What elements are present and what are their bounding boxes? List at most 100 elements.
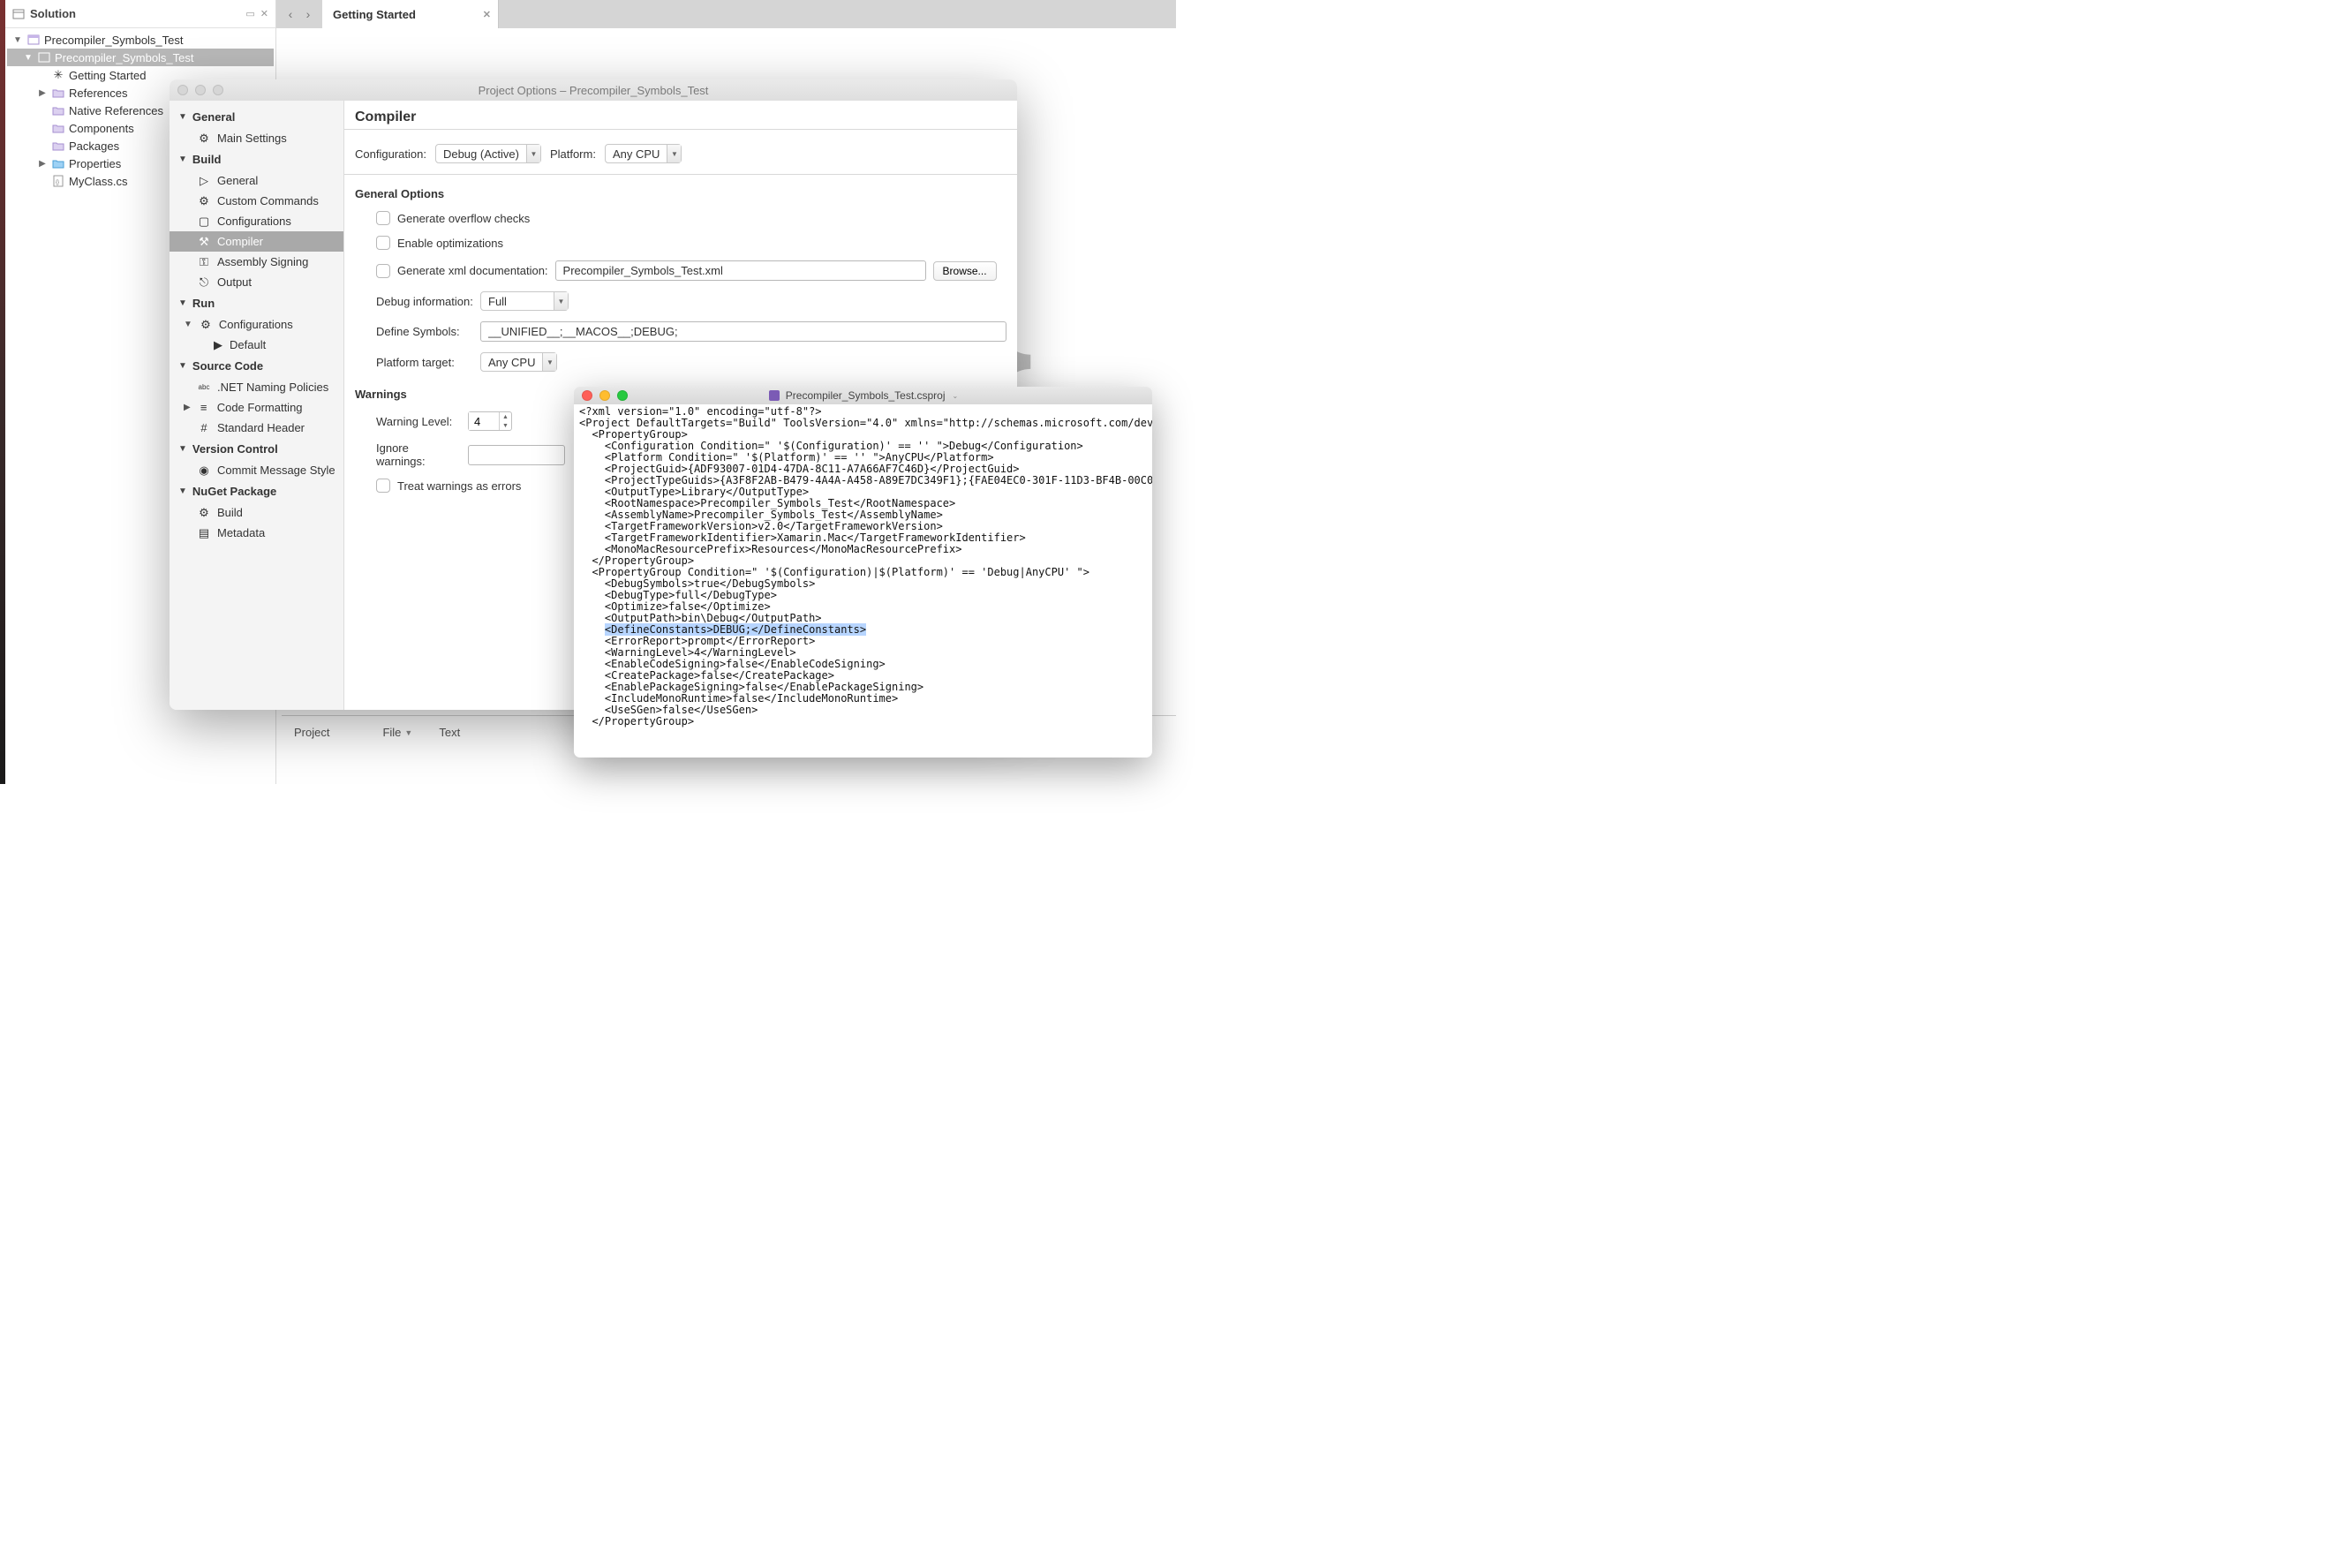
chevron-down-icon[interactable]: ▼ — [12, 35, 23, 45]
divider — [344, 129, 1017, 130]
debug-info-select[interactable]: Full ▼ — [480, 291, 569, 311]
chevron-down-icon[interactable]: ▼ — [23, 53, 34, 63]
csproj-code-editor[interactable]: <?xml version="1.0" encoding="utf-8"?> <… — [574, 404, 1152, 758]
compiler-icon: ⚒ — [198, 235, 210, 249]
window-close-icon[interactable] — [582, 390, 592, 401]
chevron-down-icon: ▼ — [554, 292, 568, 310]
platform-select[interactable]: Any CPU ▼ — [605, 144, 682, 163]
chevron-down-icon[interactable]: ▼ — [184, 320, 192, 329]
window-zoom-icon[interactable] — [617, 390, 628, 401]
chevron-down-icon: ▼ — [542, 353, 556, 371]
sidebar-item-build-general[interactable]: ▷General — [170, 170, 343, 191]
csproj-filename: Precompiler_Symbols_Test.csproj — [786, 389, 946, 402]
sidebar-category-nuget[interactable]: ▼NuGet Package — [170, 480, 343, 502]
key-icon: ⚿ — [198, 255, 210, 269]
sidebar-item-assembly-signing[interactable]: ⚿Assembly Signing — [170, 252, 343, 272]
window-minimize-icon[interactable] — [195, 85, 206, 95]
tab-label: Getting Started — [333, 8, 416, 21]
sidebar-category-version-control[interactable]: ▼Version Control — [170, 438, 343, 460]
chevron-down-icon[interactable]: ▼ — [500, 421, 511, 430]
chevron-down-icon: ▼ — [178, 112, 187, 122]
tree-label: Precompiler_Symbols_Test — [44, 34, 184, 47]
gear-icon: ⚙ — [198, 506, 210, 520]
chevron-down-icon: ▼ — [178, 444, 187, 454]
panel-dock-icon[interactable]: ▭ — [245, 8, 254, 19]
sidebar-category-general[interactable]: ▼General — [170, 106, 343, 128]
sidebar-item-custom-commands[interactable]: ⚙Custom Commands — [170, 191, 343, 211]
sidebar-category-run[interactable]: ▼Run — [170, 292, 343, 314]
sidebar-category-source-code[interactable]: ▼Source Code — [170, 355, 343, 377]
sidebar-item-standard-header[interactable]: #Standard Header — [170, 418, 343, 438]
sidebar-item-naming-policies[interactable]: abc.NET Naming Policies — [170, 377, 343, 397]
chevron-right-icon[interactable]: ▶ — [184, 403, 191, 412]
bulb-icon: ✳ — [51, 68, 65, 82]
tab-getting-started[interactable]: Getting Started ✕ — [322, 0, 499, 28]
column-file[interactable]: File▼ — [382, 726, 412, 739]
ignore-warnings-input[interactable] — [468, 445, 565, 465]
gear-icon: ⚙ — [198, 194, 210, 208]
checkbox-xml-doc[interactable] — [376, 264, 390, 278]
panel-close-icon[interactable]: ✕ — [260, 8, 268, 19]
window-controls — [177, 85, 223, 95]
sidebar-item-output[interactable]: ⎋Output — [170, 272, 343, 292]
warning-level-input[interactable] — [469, 412, 499, 430]
tree-label: Components — [69, 122, 134, 135]
window-close-icon[interactable] — [177, 85, 188, 95]
sidebar-item-commit-style[interactable]: ◉Commit Message Style — [170, 460, 343, 480]
modal-titlebar[interactable]: Project Options – Precompiler_Symbols_Te… — [170, 79, 1017, 101]
sidebar-item-configurations[interactable]: ▢Configurations — [170, 211, 343, 231]
section-general-options: General Options — [344, 177, 1017, 206]
checkbox-label: Enable optimizations — [397, 237, 503, 250]
warning-level-stepper[interactable]: ▲▼ — [468, 411, 512, 431]
sort-indicator-icon: ▼ — [404, 728, 412, 737]
checkbox-optimizations[interactable] — [376, 236, 390, 250]
svg-text:{}: {} — [56, 180, 59, 185]
close-icon[interactable]: ✕ — [483, 9, 491, 20]
define-symbols-label: Define Symbols: — [376, 325, 473, 338]
xml-doc-input[interactable] — [555, 260, 926, 281]
define-symbols-input[interactable] — [480, 321, 1006, 342]
chevron-down-icon: ▼ — [667, 145, 681, 162]
select-value: Debug (Active) — [436, 147, 526, 161]
column-text[interactable]: Text — [439, 726, 460, 739]
tree-label: Precompiler_Symbols_Test — [55, 51, 194, 64]
nav-back-icon[interactable]: ‹ — [283, 6, 298, 22]
browse-button[interactable]: Browse... — [933, 261, 997, 281]
column-project[interactable]: Project — [294, 726, 329, 739]
sidebar-item-main-settings[interactable]: ⚙Main Settings — [170, 128, 343, 148]
stepper-arrows[interactable]: ▲▼ — [499, 412, 511, 430]
window-minimize-icon[interactable] — [599, 390, 610, 401]
checkbox-treat-warnings[interactable] — [376, 479, 390, 493]
platform-target-select[interactable]: Any CPU ▼ — [480, 352, 557, 372]
folder-icon — [51, 141, 65, 151]
modal-sidebar: ▼General ⚙Main Settings ▼Build ▷General … — [170, 101, 344, 710]
tree-project[interactable]: ▼ Precompiler_Symbols_Test — [7, 49, 274, 66]
sidebar-item-compiler[interactable]: ⚒Compiler — [170, 231, 343, 252]
sidebar-item-nuget-metadata[interactable]: ▤Metadata — [170, 523, 343, 543]
tree-label: Packages — [69, 139, 119, 153]
chevron-right-icon[interactable]: ▶ — [37, 159, 48, 169]
sidebar-category-build[interactable]: ▼Build — [170, 148, 343, 170]
configuration-row: Configuration: Debug (Active) ▼ Platform… — [344, 132, 1017, 172]
tree-solution-root[interactable]: ▼ Precompiler_Symbols_Test — [7, 31, 274, 49]
configuration-select[interactable]: Debug (Active) ▼ — [435, 144, 541, 163]
solution-icon — [12, 8, 25, 20]
platform-label: Platform: — [550, 147, 596, 161]
sidebar-item-code-formatting[interactable]: ▶≡Code Formatting — [170, 397, 343, 418]
vs-icon — [768, 389, 780, 402]
sidebar-item-nuget-build[interactable]: ⚙Build — [170, 502, 343, 523]
window-zoom-icon[interactable] — [213, 85, 223, 95]
warning-level-label: Warning Level: — [376, 415, 461, 428]
chevron-up-icon[interactable]: ▲ — [500, 412, 511, 421]
play-solid-icon: ▶ — [214, 338, 222, 352]
sidebar-item-default[interactable]: ▶Default — [170, 335, 343, 355]
tree-label: References — [69, 87, 127, 100]
nav-forward-icon[interactable]: › — [300, 6, 316, 22]
csproj-titlebar[interactable]: Precompiler_Symbols_Test.csproj ⌄ — [574, 387, 1152, 404]
tree-label: MyClass.cs — [69, 175, 127, 188]
checkbox-overflow[interactable] — [376, 211, 390, 225]
chevron-right-icon[interactable]: ▶ — [37, 88, 48, 98]
chevron-down-icon[interactable]: ⌄ — [953, 392, 959, 400]
tree-label: Getting Started — [69, 69, 146, 82]
sidebar-item-run-configurations[interactable]: ▼⚙Configurations — [170, 314, 343, 335]
